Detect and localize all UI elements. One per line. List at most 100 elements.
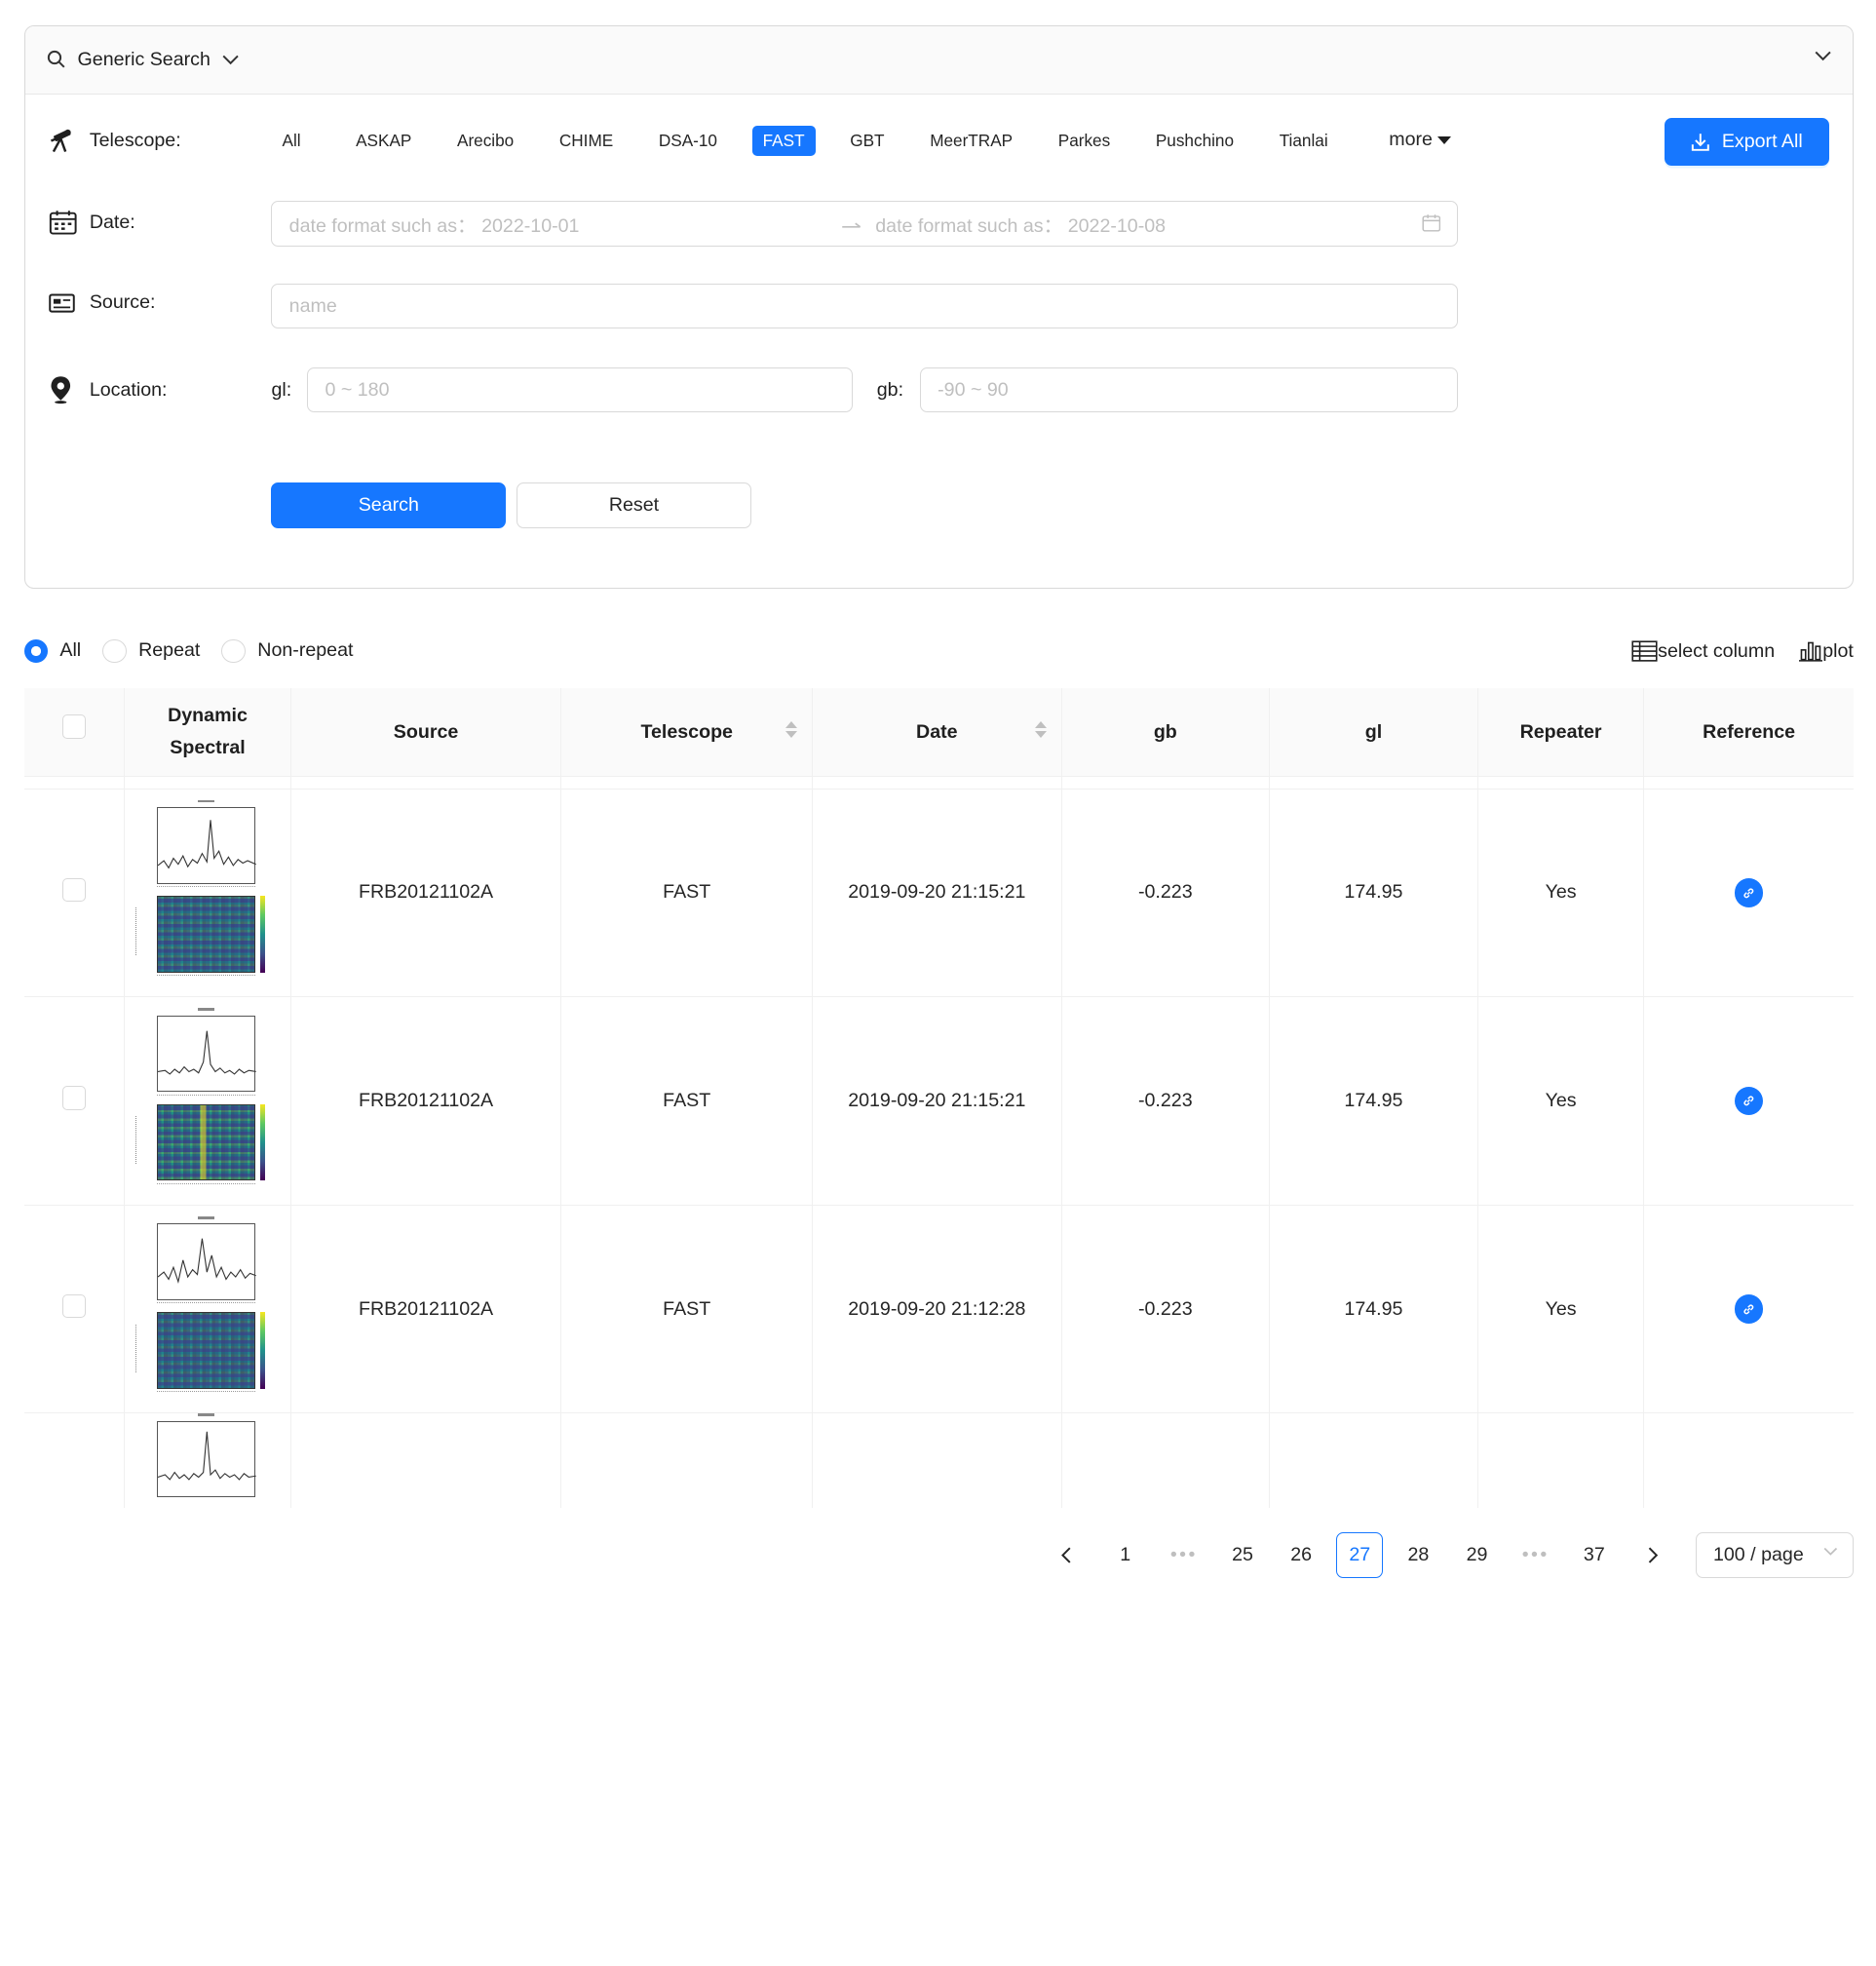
plot-button[interactable]: plot xyxy=(1798,640,1854,663)
search-button[interactable]: Search xyxy=(271,482,507,529)
table-row-partial[interactable] xyxy=(23,1412,1854,1509)
header-reference: Reference xyxy=(1643,687,1854,778)
page-button[interactable]: 26 xyxy=(1278,1532,1324,1579)
page-button[interactable]: 37 xyxy=(1571,1532,1618,1579)
page-button[interactable]: 25 xyxy=(1219,1532,1266,1579)
gb-input[interactable]: -90 ~ 90 xyxy=(919,366,1459,413)
page: Generic Search Telescope: All ASKAP Arec… xyxy=(0,0,1876,1601)
cell-telescope: FAST xyxy=(560,789,814,998)
download-icon xyxy=(1691,134,1709,151)
cell-source: FRB20121102A xyxy=(290,996,562,1206)
pagination: 1 ••• 25 26 27 28 29 ••• 37 xyxy=(1044,1531,1689,1579)
page-button[interactable]: 1 xyxy=(1102,1532,1149,1579)
calendar-icon xyxy=(49,210,77,235)
reset-button[interactable]: Reset xyxy=(517,482,751,529)
cell-repeater: Yes xyxy=(1477,1205,1645,1414)
telescope-option[interactable]: Pushchino xyxy=(1145,126,1244,156)
date-end-input[interactable]: date format such as： 2022-10-08 xyxy=(875,210,1166,238)
chevron-down-icon xyxy=(1824,1547,1838,1556)
search-card: Generic Search Telescope: All ASKAP Arec… xyxy=(23,24,1854,590)
cell-telescope: FAST xyxy=(560,996,814,1206)
header-checkbox-cell xyxy=(23,687,126,778)
telescope-option-active[interactable]: FAST xyxy=(751,125,816,156)
reference-link-icon[interactable] xyxy=(1734,1294,1764,1324)
row-checkbox[interactable] xyxy=(61,1293,87,1319)
cell-date: 2019-09-20 21:12:28 xyxy=(812,1205,1062,1414)
page-jump-next[interactable]: ••• xyxy=(1512,1532,1559,1579)
search-icon xyxy=(47,51,65,68)
prev-page-button[interactable] xyxy=(1044,1532,1091,1579)
dynamic-spectrum-image[interactable] xyxy=(135,1008,279,1187)
select-all-checkbox[interactable] xyxy=(61,714,87,739)
cell-telescope: FAST xyxy=(560,1205,814,1414)
filter-repeat-radio[interactable]: Repeat xyxy=(102,638,200,664)
calendar-small-icon xyxy=(1422,214,1440,232)
reference-link-icon[interactable] xyxy=(1734,878,1764,907)
frb-table: Dynamic Spectral Source Telescope Date gb… xyxy=(23,687,1854,1509)
sort-icon[interactable] xyxy=(1034,721,1047,738)
row-checkbox[interactable] xyxy=(61,1086,87,1110)
gl-input[interactable]: 0 ~ 180 xyxy=(307,366,854,413)
telescope-option[interactable]: ASKAP xyxy=(345,126,422,156)
header-telescope[interactable]: Telescope xyxy=(560,687,814,778)
dynamic-spectrum-image[interactable] xyxy=(135,799,279,980)
sort-icon[interactable] xyxy=(785,721,798,738)
page-jump-prev[interactable]: ••• xyxy=(1161,1532,1207,1579)
telescope-option[interactable]: All xyxy=(271,126,311,156)
telescope-option[interactable]: Parkes xyxy=(1048,126,1122,156)
header-date[interactable]: Date xyxy=(812,687,1062,778)
cell-gl: 174.95 xyxy=(1269,996,1478,1206)
table-header-row: Dynamic Spectral Source Telescope Date gb… xyxy=(23,687,1854,778)
more-telescopes-button[interactable]: more xyxy=(1389,129,1451,151)
telescope-option[interactable]: CHIME xyxy=(549,126,624,156)
page-size-select[interactable]: 100 / page xyxy=(1695,1531,1854,1579)
telescope-option[interactable]: Tianlai xyxy=(1269,126,1339,156)
page-button-current[interactable]: 27 xyxy=(1336,1531,1384,1579)
collapse-chevron-icon[interactable] xyxy=(1815,50,1831,61)
header-source: Source xyxy=(290,687,562,778)
chevron-down-icon[interactable] xyxy=(222,54,239,65)
id-card-icon xyxy=(49,293,75,313)
table-columns-icon xyxy=(1631,640,1658,662)
search-card-header[interactable]: Generic Search xyxy=(24,25,1853,95)
bar-chart-icon xyxy=(1798,641,1823,662)
location-label: Location: xyxy=(49,375,167,405)
export-all-button[interactable]: Export All xyxy=(1664,118,1830,167)
row-checkbox[interactable] xyxy=(61,877,87,903)
search-card-title: Generic Search xyxy=(77,48,211,70)
date-start-input[interactable]: date format such as： 2022-10-01 xyxy=(289,210,840,238)
telescope-option[interactable]: GBT xyxy=(839,126,895,156)
page-button[interactable]: 28 xyxy=(1395,1532,1441,1579)
date-range-picker[interactable]: date format such as： 2022-10-01 date for… xyxy=(271,201,1459,247)
reference-link-icon[interactable] xyxy=(1734,1086,1764,1116)
page-button[interactable]: 29 xyxy=(1454,1532,1501,1579)
telescope-option[interactable]: MeerTRAP xyxy=(919,126,1023,156)
repeat-filter-group: All Repeat Non-repeat xyxy=(23,638,375,664)
arrow-right-icon xyxy=(842,222,861,228)
chevron-right-icon xyxy=(1648,1547,1659,1563)
cell-gl: 174.95 xyxy=(1269,789,1478,998)
telescope-icon xyxy=(51,129,71,153)
cell-repeater: Yes xyxy=(1477,789,1645,998)
cell-source: FRB20121102A xyxy=(290,1205,562,1414)
date-label: Date: xyxy=(49,210,135,236)
cell-gb: -0.223 xyxy=(1061,789,1271,998)
next-page-button[interactable] xyxy=(1629,1532,1676,1579)
cell-repeater: Yes xyxy=(1477,996,1645,1206)
filter-all-radio[interactable]: All xyxy=(23,638,81,664)
telescope-option[interactable]: Arecibo xyxy=(446,126,524,156)
dynamic-spectrum-image[interactable] xyxy=(135,1413,279,1508)
cell-source: FRB20121102A xyxy=(290,789,562,998)
cell-date: 2019-09-20 21:15:21 xyxy=(812,789,1062,998)
header-gl: gl xyxy=(1269,687,1478,778)
table-row[interactable]: FRB20121102A FAST 2019-09-20 21:15:21 -0… xyxy=(23,789,1854,998)
gb-label: gb: xyxy=(876,378,904,401)
table-row[interactable]: FRB20121102A FAST 2019-09-20 21:15:21 -0… xyxy=(23,996,1854,1206)
select-column-button[interactable]: select column xyxy=(1631,640,1775,663)
dynamic-spectrum-image[interactable] xyxy=(135,1216,279,1396)
telescope-option[interactable]: DSA-10 xyxy=(648,126,728,156)
source-input[interactable]: name xyxy=(271,283,1459,329)
caret-down-icon xyxy=(1436,135,1451,144)
filter-non-repeat-radio[interactable]: Non-repeat xyxy=(221,638,353,664)
table-row[interactable]: FRB20121102A FAST 2019-09-20 21:12:28 -0… xyxy=(23,1205,1854,1414)
